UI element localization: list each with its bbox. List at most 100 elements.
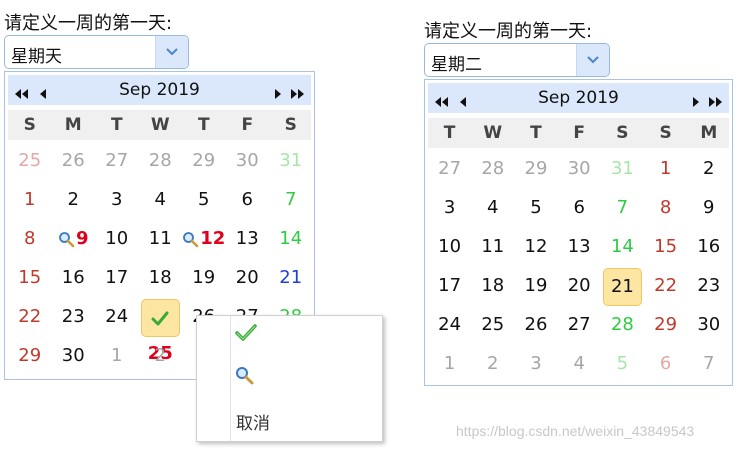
day-cell[interactable]: 16 xyxy=(52,259,96,297)
day-cell[interactable]: 8 xyxy=(644,189,687,227)
day-cell[interactable]: 20 xyxy=(226,259,270,297)
day-cell[interactable]: 19 xyxy=(182,259,226,297)
day-cell[interactable]: 28 xyxy=(601,306,644,344)
day-cell[interactable]: 26 xyxy=(52,142,96,180)
day-cell[interactable]: 3 xyxy=(514,345,557,383)
menu-item-label: 取消 xyxy=(236,414,270,434)
day-cell[interactable]: 14 xyxy=(601,228,644,266)
menu-item-search[interactable] xyxy=(197,358,382,392)
day-cell[interactable]: 30 xyxy=(226,142,270,180)
day-cell[interactable]: 3 xyxy=(95,181,139,219)
dropdown-button[interactable] xyxy=(155,36,188,68)
day-number: 10 xyxy=(105,228,129,249)
day-cell[interactable]: 4 xyxy=(471,189,514,227)
day-number: 21 xyxy=(610,276,634,297)
day-cell[interactable]: 29 xyxy=(8,337,52,375)
day-cell[interactable]: 1 xyxy=(428,345,471,383)
next-month-button[interactable] xyxy=(275,84,283,103)
next-year-button[interactable] xyxy=(709,92,723,111)
day-cell[interactable]: 29 xyxy=(182,142,226,180)
day-cell[interactable]: 23 xyxy=(687,267,730,305)
day-cell[interactable]: 2 xyxy=(139,337,183,375)
day-cell[interactable]: 7 xyxy=(687,345,730,383)
day-cell[interactable]: 19 xyxy=(514,267,557,305)
day-cell[interactable]: 17 xyxy=(95,259,139,297)
day-cell[interactable]: 7 xyxy=(601,189,644,227)
day-cell[interactable]: 6 xyxy=(226,181,270,219)
next-year-button[interactable] xyxy=(291,84,305,103)
day-cell[interactable]: 28 xyxy=(471,150,514,188)
day-cell[interactable]: 21 xyxy=(269,259,313,297)
day-cell[interactable]: 2 xyxy=(471,345,514,383)
day-cell[interactable]: 30 xyxy=(558,150,601,188)
day-cell[interactable]: 13 xyxy=(226,220,270,258)
day-cell[interactable]: 10 xyxy=(95,220,139,258)
day-cell[interactable]: 28 xyxy=(139,142,183,180)
day-cell[interactable]: 15 xyxy=(8,259,52,297)
day-cell[interactable]: 8 xyxy=(8,220,52,258)
day-cell[interactable]: 26 xyxy=(514,306,557,344)
day-cell[interactable]: 25 xyxy=(140,299,180,364)
day-cell[interactable]: 27 xyxy=(95,142,139,180)
day-cell[interactable]: 5 xyxy=(182,181,226,219)
day-cell[interactable]: 17 xyxy=(428,267,471,305)
menu-item-cancel[interactable]: 取消 xyxy=(197,402,382,436)
day-cell[interactable]: 6 xyxy=(558,189,601,227)
day-cell[interactable]: 9 xyxy=(52,220,96,258)
day-cell[interactable]: 5 xyxy=(601,345,644,383)
day-cell[interactable]: 12 xyxy=(514,228,557,266)
first-day-select[interactable]: 星期天 xyxy=(4,35,189,69)
day-cell[interactable]: 18 xyxy=(471,267,514,305)
day-cell[interactable]: 5 xyxy=(514,189,557,227)
day-number: 22 xyxy=(18,306,42,327)
first-day-select[interactable]: 星期二 xyxy=(424,43,610,77)
day-cell[interactable]: 14 xyxy=(269,220,313,258)
day-cell[interactable]: 9 xyxy=(687,189,730,227)
dropdown-button[interactable] xyxy=(576,44,609,76)
day-cell[interactable]: 7 xyxy=(269,181,313,219)
day-cell[interactable]: 29 xyxy=(644,306,687,344)
next-month-button[interactable] xyxy=(693,92,701,111)
day-cell[interactable]: 21 xyxy=(602,268,642,306)
day-cell[interactable]: 29 xyxy=(514,150,557,188)
day-number: 3 xyxy=(443,197,456,218)
check-icon xyxy=(151,300,169,336)
day-cell[interactable]: 1 xyxy=(644,150,687,188)
day-cell[interactable]: 23 xyxy=(52,298,96,336)
day-cell[interactable]: 22 xyxy=(8,298,52,336)
day-cell[interactable]: 2 xyxy=(52,181,96,219)
day-cell[interactable]: 4 xyxy=(558,345,601,383)
day-number: 7 xyxy=(616,197,629,218)
day-cell[interactable]: 3 xyxy=(428,189,471,227)
day-cell[interactable]: 15 xyxy=(644,228,687,266)
day-cell[interactable]: 12 xyxy=(182,220,226,258)
menu-item-mark[interactable] xyxy=(197,316,382,350)
day-cell[interactable]: 16 xyxy=(687,228,730,266)
day-number: 24 xyxy=(438,314,462,335)
day-cell[interactable]: 25 xyxy=(471,306,514,344)
day-cell[interactable]: 30 xyxy=(687,306,730,344)
day-cell[interactable]: 4 xyxy=(139,181,183,219)
day-cell[interactable]: 31 xyxy=(601,150,644,188)
day-cell[interactable]: 6 xyxy=(644,345,687,383)
day-cell[interactable]: 20 xyxy=(558,267,601,305)
day-cell[interactable]: 30 xyxy=(52,337,96,375)
day-number: 3 xyxy=(111,189,123,210)
day-cell[interactable]: 13 xyxy=(558,228,601,266)
day-cell[interactable]: 2 xyxy=(687,150,730,188)
day-cell[interactable]: 31 xyxy=(269,142,313,180)
day-cell[interactable]: 11 xyxy=(139,220,183,258)
day-cell[interactable]: 11 xyxy=(471,228,514,266)
day-cell[interactable]: 27 xyxy=(428,150,471,188)
day-cell[interactable]: 1 xyxy=(8,181,52,219)
day-cell[interactable]: 27 xyxy=(558,306,601,344)
day-cell[interactable]: 10 xyxy=(428,228,471,266)
day-number: 2 xyxy=(154,345,166,366)
day-cell[interactable]: 18 xyxy=(139,259,183,297)
day-cell[interactable]: 25 xyxy=(8,142,52,180)
day-cell[interactable]: 1 xyxy=(95,337,139,375)
day-cell[interactable]: 24 xyxy=(428,306,471,344)
day-cell[interactable]: 22 xyxy=(644,267,687,305)
chevron-right-icon xyxy=(693,97,699,107)
day-cell[interactable]: 24 xyxy=(95,298,139,336)
